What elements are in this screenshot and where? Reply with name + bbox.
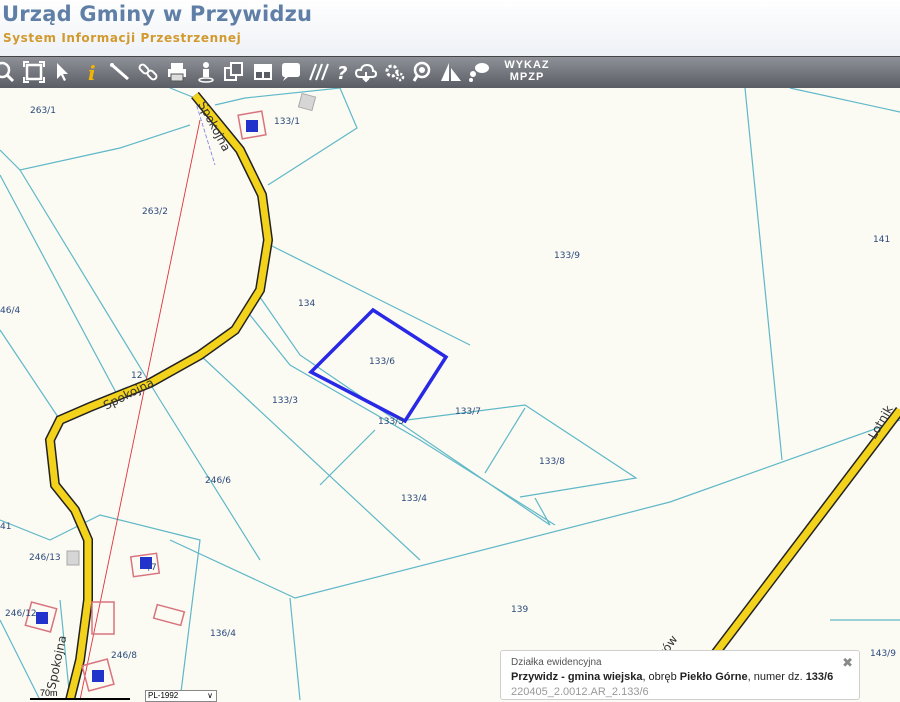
parcel-label: 133/6 (369, 357, 395, 367)
street-view-icon[interactable] (194, 60, 218, 84)
street-label: Spokojna (44, 634, 69, 690)
search-icon[interactable] (411, 60, 435, 84)
cloud-icon[interactable] (354, 60, 378, 84)
layout-icon[interactable] (251, 60, 275, 84)
pointer-icon[interactable] (50, 60, 74, 84)
svg-text:i: i (88, 61, 96, 84)
popup-number-prefix: , numer dz. (747, 671, 806, 683)
mpzp-label: MPZP (509, 71, 545, 83)
parcel-label: 246/8 (111, 651, 137, 661)
map-canvas[interactable]: 263/1 133/1 263/2 133/9 141 134 46/4 133/6 12 133… (0, 88, 900, 700)
popup-title: Działka ewidencyjna (511, 657, 602, 668)
wykaz-label: WYKAZ (504, 59, 550, 71)
parcel-label: 134 (298, 299, 315, 309)
app-title: Urząd Gminy w Przywidzu (2, 2, 313, 26)
svg-text:?: ? (337, 63, 347, 84)
parcel-label: /7 (148, 563, 157, 573)
parcel-label: 133/3 (272, 396, 298, 406)
close-icon[interactable]: ✖ (842, 655, 853, 671)
crs-select[interactable]: PL-1992 ∨ (145, 690, 217, 702)
measure-icon[interactable] (108, 60, 132, 84)
parcel-label: 136/4 (210, 629, 236, 639)
popup-municipality: Przywidz - gmina wiejska (511, 671, 643, 683)
parcel-label: 263/2 (142, 207, 168, 217)
settings-icon[interactable] (383, 60, 407, 84)
parcel-label: 133/4 (401, 494, 427, 504)
parcel-label: 133/5 (378, 417, 404, 427)
terrain-icon[interactable] (439, 60, 463, 84)
parcel-label: 263/1 (30, 106, 56, 116)
popup-precinct: Piekło Górne (679, 671, 748, 683)
zoom-icon[interactable] (0, 60, 16, 84)
parcel-label: 143/9 (870, 649, 896, 659)
print-icon[interactable] (165, 60, 189, 84)
parcel-label: 133/7 (455, 407, 481, 417)
popup-parcel-line: Przywidz - gmina wiejska, obręb Piekło G… (511, 671, 849, 683)
popup-parcel-id: 220405_2.0012.AR_2.133/6 (511, 686, 649, 698)
comment-icon[interactable] (279, 60, 303, 84)
hatch-icon[interactable] (307, 60, 331, 84)
parcel-label: 41 (0, 522, 11, 532)
parcel-label: 246/12 (5, 609, 37, 619)
popup-number: 133/6 (805, 671, 834, 683)
layers-icon[interactable] (222, 60, 246, 84)
parcel-label: 46/4 (0, 306, 20, 316)
street-labels: SpokojnaSpokojnaSpokojnaLotnikolników (44, 99, 896, 691)
app-subtitle: System Informacji Przestrzennej (3, 31, 242, 45)
parcel-label: 246/6 (205, 476, 231, 486)
toolbar: i ? WYKAZ MPZP (0, 56, 900, 88)
scale-bar: 70m (0, 688, 130, 700)
street-label: Spokojna (195, 99, 233, 154)
zoom-extent-icon[interactable] (22, 60, 46, 84)
info-icon[interactable]: i (80, 60, 104, 84)
parcel-info-popup: Działka ewidencyjna Przywidz - gmina wie… (500, 650, 860, 700)
parcel-label: 141 (873, 235, 890, 245)
map-svg: 263/1133/1263/2133/914113446/4133/612133… (0, 88, 900, 700)
app-header: Urząd Gminy w Przywidzu System Informacj… (0, 0, 900, 56)
popup-precinct-prefix: , obręb (642, 671, 680, 683)
crs-value: PL-1992 (148, 691, 179, 700)
parcel-label: 133/1 (274, 117, 300, 127)
scale-label: 70m (40, 688, 58, 698)
chat-icon[interactable] (467, 60, 491, 84)
wykaz-mpzp-button[interactable]: WYKAZ MPZP (500, 59, 554, 87)
parcel-label: 133/9 (554, 251, 580, 261)
roads (44, 91, 900, 700)
link-icon[interactable] (136, 60, 160, 84)
parcel-label: 246/13 (29, 553, 61, 563)
help-icon[interactable]: ? (331, 60, 355, 84)
parcel-label: 139 (511, 605, 528, 615)
parcel-label: 133/8 (539, 457, 565, 467)
